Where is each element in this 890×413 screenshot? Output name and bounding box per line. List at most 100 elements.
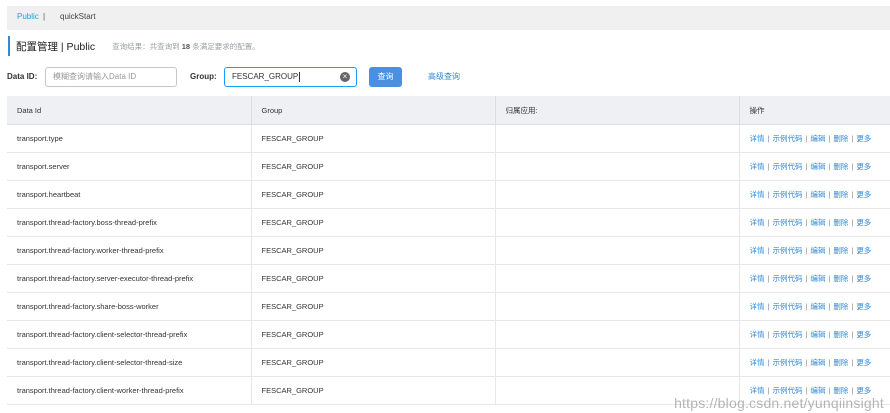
detail-link[interactable]: 详情	[750, 274, 765, 283]
edit-link[interactable]: 编辑	[810, 134, 825, 143]
detail-link[interactable]: 详情	[750, 330, 765, 339]
action-separator: |	[828, 302, 831, 311]
sample-code-link[interactable]: 示例代码	[772, 162, 802, 171]
more-link[interactable]: 更多	[856, 386, 871, 395]
cell-app	[495, 348, 740, 377]
edit-link[interactable]: 编辑	[810, 246, 825, 255]
result-summary-suffix: 条满足要求的配置。	[192, 41, 260, 51]
cell-app	[495, 236, 740, 265]
edit-link[interactable]: 编辑	[810, 190, 825, 199]
cell-data-id: transport.thread-factory.share-boss-work…	[7, 292, 252, 321]
delete-link[interactable]: 删除	[833, 386, 848, 395]
cell-data-id: transport.thread-factory.boss-thread-pre…	[7, 208, 252, 237]
detail-link[interactable]: 详情	[750, 218, 765, 227]
more-link[interactable]: 更多	[856, 190, 871, 199]
sample-code-link[interactable]: 示例代码	[772, 302, 802, 311]
cell-actions: 详情 | 示例代码 | 编辑 | 删除 | 更多	[739, 348, 890, 377]
cell-actions: 详情 | 示例代码 | 编辑 | 删除 | 更多	[739, 152, 890, 181]
action-separator: |	[767, 386, 770, 395]
edit-link[interactable]: 编辑	[810, 274, 825, 283]
cell-actions: 详情 | 示例代码 | 编辑 | 删除 | 更多	[739, 320, 890, 349]
table-row: transport.thread-factory.worker-thread-p…	[7, 236, 890, 265]
edit-link[interactable]: 编辑	[810, 330, 825, 339]
detail-link[interactable]: 详情	[750, 386, 765, 395]
more-link[interactable]: 更多	[856, 330, 871, 339]
cell-data-id: transport.thread-factory.server-executor…	[7, 264, 252, 293]
delete-link[interactable]: 删除	[833, 134, 848, 143]
action-separator: |	[767, 162, 770, 171]
action-separator: |	[851, 330, 854, 339]
table-row: transport.thread-factory.share-boss-work…	[7, 292, 890, 321]
result-count: 18	[181, 41, 191, 51]
more-link[interactable]: 更多	[856, 302, 871, 311]
detail-link[interactable]: 详情	[750, 358, 765, 367]
action-separator: |	[805, 274, 808, 283]
edit-link[interactable]: 编辑	[810, 358, 825, 367]
more-link[interactable]: 更多	[856, 162, 871, 171]
edit-link[interactable]: 编辑	[810, 218, 825, 227]
sample-code-link[interactable]: 示例代码	[772, 134, 802, 143]
sample-code-link[interactable]: 示例代码	[772, 386, 802, 395]
cell-group: FESCAR_GROUP	[251, 180, 496, 209]
action-separator: |	[828, 162, 831, 171]
sample-code-link[interactable]: 示例代码	[772, 246, 802, 255]
delete-link[interactable]: 删除	[833, 358, 848, 367]
namespace-public-tab[interactable]: Public	[17, 6, 39, 28]
detail-link[interactable]: 详情	[750, 190, 765, 199]
cell-actions: 详情 | 示例代码 | 编辑 | 删除 | 更多	[739, 180, 890, 209]
namespace-bar: Public | quickStart	[7, 6, 890, 30]
action-separator: |	[828, 190, 831, 199]
sample-code-link[interactable]: 示例代码	[772, 274, 802, 283]
table-row: transport.thread-factory.client-selector…	[7, 348, 890, 377]
action-separator: |	[805, 302, 808, 311]
action-separator: |	[851, 358, 854, 367]
detail-link[interactable]: 详情	[750, 246, 765, 255]
action-separator: |	[767, 274, 770, 283]
edit-link[interactable]: 编辑	[810, 302, 825, 311]
group-input[interactable]: FESCAR_GROUP ×	[224, 67, 357, 87]
more-link[interactable]: 更多	[856, 246, 871, 255]
more-link[interactable]: 更多	[856, 358, 871, 367]
cell-group: FESCAR_GROUP	[251, 376, 496, 405]
cell-app	[495, 320, 740, 349]
edit-link[interactable]: 编辑	[810, 162, 825, 171]
action-separator: |	[805, 162, 808, 171]
cell-app	[495, 152, 740, 181]
cell-data-id: transport.type	[7, 124, 252, 153]
page-heading: 配置管理 | Public 查询结果：共查询到 18 条满足要求的配置。	[8, 36, 260, 56]
delete-link[interactable]: 删除	[833, 274, 848, 283]
cell-group: FESCAR_GROUP	[251, 348, 496, 377]
namespace-quickstart-tab[interactable]: quickStart	[60, 6, 96, 28]
delete-link[interactable]: 删除	[833, 246, 848, 255]
cell-group: FESCAR_GROUP	[251, 292, 496, 321]
cell-data-id: transport.thread-factory.client-selector…	[7, 320, 252, 349]
table-row: transport.thread-factory.boss-thread-pre…	[7, 208, 890, 237]
detail-link[interactable]: 详情	[750, 162, 765, 171]
watermark: https://blog.csdn.net/yunqiinsight	[674, 395, 884, 411]
sample-code-link[interactable]: 示例代码	[772, 330, 802, 339]
edit-link[interactable]: 编辑	[810, 386, 825, 395]
more-link[interactable]: 更多	[856, 274, 871, 283]
action-separator: |	[805, 134, 808, 143]
delete-link[interactable]: 删除	[833, 190, 848, 199]
dataid-input[interactable]: 模糊查询请输入Data ID	[45, 67, 177, 87]
delete-link[interactable]: 删除	[833, 162, 848, 171]
action-separator: |	[828, 246, 831, 255]
advanced-query-link[interactable]: 高级查询	[428, 66, 460, 88]
delete-link[interactable]: 删除	[833, 302, 848, 311]
action-separator: |	[828, 358, 831, 367]
clear-icon[interactable]: ×	[340, 72, 350, 82]
sample-code-link[interactable]: 示例代码	[772, 190, 802, 199]
sample-code-link[interactable]: 示例代码	[772, 218, 802, 227]
more-link[interactable]: 更多	[856, 134, 871, 143]
action-separator: |	[851, 246, 854, 255]
delete-link[interactable]: 删除	[833, 330, 848, 339]
delete-link[interactable]: 删除	[833, 218, 848, 227]
sample-code-link[interactable]: 示例代码	[772, 358, 802, 367]
detail-link[interactable]: 详情	[750, 134, 765, 143]
detail-link[interactable]: 详情	[750, 302, 765, 311]
table-row: transport.type FESCAR_GROUP 详情 | 示例代码 | 编辑 | 删除 |…	[7, 124, 890, 153]
action-separator: |	[805, 358, 808, 367]
query-button[interactable]: 查询	[369, 67, 402, 87]
more-link[interactable]: 更多	[856, 218, 871, 227]
